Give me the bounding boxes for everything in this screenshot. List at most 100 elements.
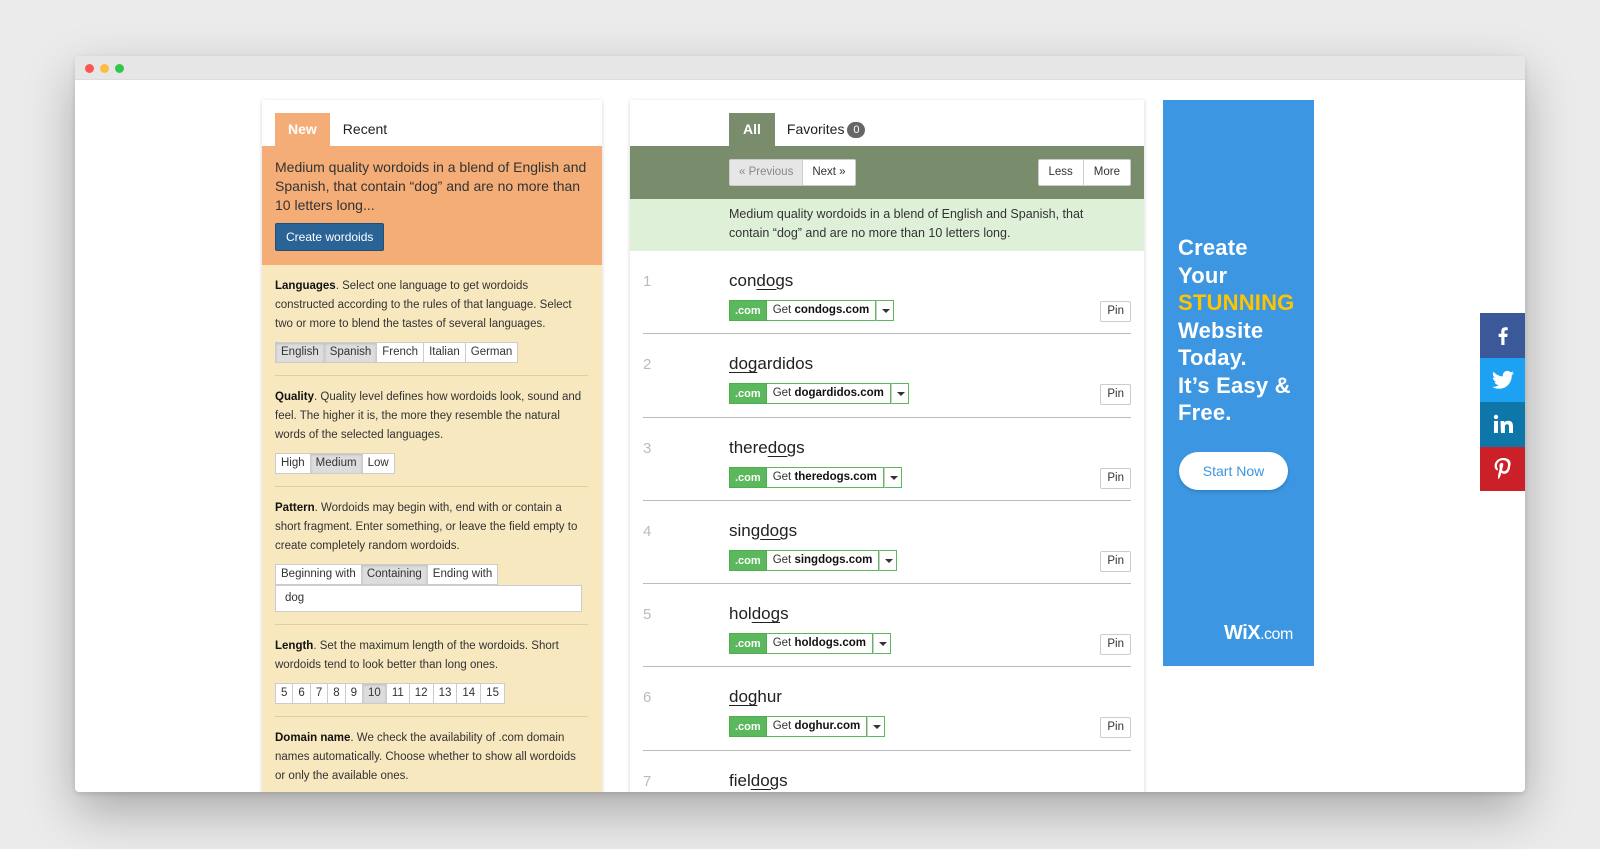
browser-window: New Recent Medium quality wordoids in a … xyxy=(75,56,1525,792)
close-window-button[interactable] xyxy=(85,64,94,73)
share-linkedin-button[interactable] xyxy=(1480,402,1525,447)
length-11[interactable]: 11 xyxy=(387,684,410,703)
language-english[interactable]: English xyxy=(276,343,325,362)
quality-low[interactable]: Low xyxy=(363,454,394,473)
results-tabs: All Favorites 0 xyxy=(630,100,1144,146)
length-8[interactable]: 8 xyxy=(328,684,346,703)
results-toolbar: « Previous Next » Less More xyxy=(630,146,1144,199)
get-domain-button[interactable]: Get condogs.com xyxy=(766,300,877,321)
length-12[interactable]: 12 xyxy=(410,684,434,703)
length-10[interactable]: 10 xyxy=(363,684,387,703)
word-suffix: ardidos xyxy=(757,354,814,374)
length-14[interactable]: 14 xyxy=(457,684,482,703)
domain-dropdown-toggle[interactable] xyxy=(879,549,898,571)
domain-dropdown-toggle[interactable] xyxy=(873,633,891,655)
result-row: 4 singdogs .com Get singdogs.com Pin xyxy=(643,501,1131,585)
length-5[interactable]: 5 xyxy=(276,684,294,703)
result-word[interactable]: holdogs xyxy=(729,604,789,624)
tab-recent[interactable]: Recent xyxy=(330,113,400,146)
domain-widget: .com Get condogs.com xyxy=(729,300,895,321)
share-facebook-button[interactable] xyxy=(1480,313,1525,358)
tld-badge: .com xyxy=(729,466,767,488)
pattern-beginning[interactable]: Beginning with xyxy=(276,565,362,584)
maximize-window-button[interactable] xyxy=(115,64,124,73)
get-domain-button[interactable]: Get singdogs.com xyxy=(766,549,880,571)
share-twitter-button[interactable] xyxy=(1480,357,1525,402)
domain-dropdown-toggle[interactable] xyxy=(867,716,886,738)
length-9[interactable]: 9 xyxy=(346,684,364,703)
get-label: Get xyxy=(772,387,792,400)
length-15[interactable]: 15 xyxy=(481,684,504,703)
pattern-containing[interactable]: Containing xyxy=(361,565,428,584)
result-word[interactable]: singdogs xyxy=(729,521,797,541)
length-13[interactable]: 13 xyxy=(434,684,458,703)
tab-all[interactable]: All xyxy=(729,113,775,146)
tab-favorites-label: Favorites xyxy=(786,121,845,137)
more-button[interactable]: More xyxy=(1084,160,1130,185)
result-row: 5 holdogs .com Get holdogs.com Pin xyxy=(643,584,1131,668)
minimize-window-button[interactable] xyxy=(100,64,109,73)
pin-button[interactable]: Pin xyxy=(1100,467,1131,489)
results-panel: All Favorites 0 « Previous Next » Less Mo… xyxy=(630,100,1144,792)
quality-medium[interactable]: Medium xyxy=(310,454,363,473)
pagination: « Previous Next » xyxy=(729,159,856,186)
ad-line-highlight: STUNNING xyxy=(1178,290,1295,315)
domain-dropdown-toggle[interactable] xyxy=(883,466,902,488)
wix-logo-suffix: .com xyxy=(1260,626,1293,643)
get-domain-button[interactable]: Get theredogs.com xyxy=(766,466,884,488)
word-match: dog xyxy=(756,271,785,290)
length-6[interactable]: 6 xyxy=(293,684,311,703)
pin-button[interactable]: Pin xyxy=(1100,301,1131,322)
get-domain-button[interactable]: Get holdogs.com xyxy=(766,633,873,655)
result-word[interactable]: doghur xyxy=(729,687,782,707)
tab-new[interactable]: New xyxy=(275,113,330,146)
pattern-section: Pattern. Wordoids may begin with, end wi… xyxy=(275,487,588,625)
word-match: dog xyxy=(750,770,780,790)
less-button[interactable]: Less xyxy=(1039,160,1084,185)
result-row: 7 fieldogs xyxy=(643,751,1131,792)
length-7[interactable]: 7 xyxy=(311,684,329,703)
domain-dropdown-toggle[interactable] xyxy=(890,383,909,405)
pin-button[interactable]: Pin xyxy=(1100,634,1131,656)
result-word[interactable]: dogardidos xyxy=(729,354,813,374)
pinterest-icon xyxy=(1494,457,1511,479)
tab-favorites[interactable]: Favorites 0 xyxy=(775,113,878,146)
get-domain-button[interactable]: Get doghur.com xyxy=(766,716,868,738)
quality-high[interactable]: High xyxy=(276,454,311,473)
language-spanish[interactable]: Spanish xyxy=(324,343,378,362)
word-match: dog xyxy=(729,354,758,374)
word-match: dog xyxy=(767,437,797,457)
ad-start-now-button[interactable]: Start Now xyxy=(1179,452,1288,490)
pin-button[interactable]: Pin xyxy=(1100,550,1131,572)
pin-button[interactable]: Pin xyxy=(1100,717,1131,739)
share-pinterest-button[interactable] xyxy=(1480,446,1525,491)
length-help: . Set the maximum length of the wordoids… xyxy=(275,640,559,671)
language-french[interactable]: French xyxy=(377,343,425,362)
linkedin-icon xyxy=(1493,415,1513,434)
wix-ad-banner[interactable]: Create Your STUNNING Website Today. It’s… xyxy=(1163,100,1314,666)
result-word[interactable]: theredogs xyxy=(729,438,805,458)
result-row: 2 dogardidos .com Get dogardidos.com Pin xyxy=(643,334,1131,418)
pattern-ending[interactable]: Ending with xyxy=(428,565,497,584)
result-word[interactable]: fieldogs xyxy=(729,771,788,791)
pin-button[interactable]: Pin xyxy=(1100,384,1131,406)
create-wordoids-button[interactable]: Create wordoids xyxy=(275,223,385,251)
domain-widget: .com Get singdogs.com xyxy=(729,549,898,571)
ad-headline: Create Your STUNNING Website Today. It’s… xyxy=(1178,234,1295,427)
results-list: 1 condogs .com Get condogs.com Pin 2 dogardido… xyxy=(630,251,1144,792)
pattern-input[interactable]: dog xyxy=(275,585,582,612)
get-label: Get xyxy=(772,720,792,733)
get-label: Get xyxy=(772,304,792,316)
word-suffix: s xyxy=(779,770,788,790)
language-german[interactable]: German xyxy=(466,343,518,362)
domain-dropdown-toggle[interactable] xyxy=(876,300,895,321)
pattern-title: Pattern xyxy=(275,502,315,514)
language-italian[interactable]: Italian xyxy=(424,343,466,362)
tld-badge: .com xyxy=(729,716,767,738)
get-domain-button[interactable]: Get dogardidos.com xyxy=(766,383,891,405)
previous-page-button[interactable]: « Previous xyxy=(730,160,804,185)
next-page-button[interactable]: Next » xyxy=(803,160,854,185)
word-prefix: there xyxy=(729,437,768,457)
result-word[interactable]: condogs xyxy=(729,271,793,291)
word-suffix: s xyxy=(796,437,805,457)
